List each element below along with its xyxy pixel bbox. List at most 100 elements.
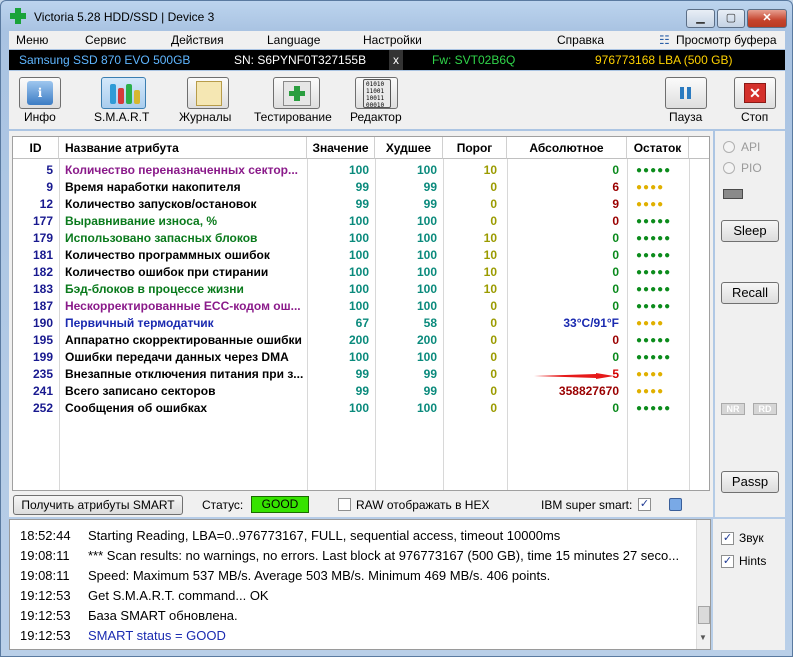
menu-buffer-view[interactable]: Просмотр буфера bbox=[676, 33, 777, 47]
cell-worst: 99 bbox=[423, 384, 437, 398]
table-row[interactable]: 190 Первичный термодатчик 67 58 0 33°C/91°F ●●… bbox=[13, 315, 709, 332]
cell-id: 183 bbox=[32, 282, 53, 296]
pio-radio[interactable] bbox=[723, 162, 735, 174]
testing-button[interactable] bbox=[273, 77, 320, 109]
api-label: API bbox=[741, 140, 761, 154]
header-threshold[interactable]: Порог bbox=[443, 137, 507, 159]
cell-value: 99 bbox=[355, 384, 369, 398]
maximize-button[interactable]: ▢ bbox=[717, 9, 745, 28]
ibm-super-smart-checkbox[interactable]: ✓ bbox=[638, 498, 651, 511]
table-row[interactable]: 177 Выравнивание износа, % 100 100 0 0 ●●●●● bbox=[13, 213, 709, 230]
header-remaining[interactable]: Остаток bbox=[627, 137, 689, 159]
pause-label: Пауза bbox=[669, 110, 703, 124]
smart-button[interactable] bbox=[101, 77, 146, 109]
log-panel[interactable]: 18:52:44 Starting Reading, LBA=0..9767731… bbox=[9, 519, 711, 650]
table-row[interactable]: 199 Ошибки передачи данных через DMA 100 10… bbox=[13, 349, 709, 366]
cell-remaining: ●●●●● bbox=[636, 352, 672, 363]
log-time: 19:12:53 bbox=[20, 608, 71, 623]
cell-value: 99 bbox=[355, 180, 369, 194]
header-name[interactable]: Название атрибута bbox=[59, 137, 307, 159]
table-row[interactable]: 195 Аппаратно скорректированные ошибки 200… bbox=[13, 332, 709, 349]
color-swatch-icon[interactable] bbox=[669, 498, 682, 511]
cell-id: 5 bbox=[46, 163, 53, 177]
cell-remaining: ●●●●● bbox=[636, 233, 672, 244]
cell-threshold: 0 bbox=[490, 384, 497, 398]
nr-button[interactable]: NR bbox=[721, 403, 745, 415]
api-radio[interactable] bbox=[723, 141, 735, 153]
cell-worst: 100 bbox=[416, 248, 437, 262]
cell-value: 100 bbox=[348, 265, 369, 279]
cell-threshold: 0 bbox=[490, 197, 497, 211]
sound-checkbox[interactable]: ✓ bbox=[721, 532, 734, 545]
cell-worst: 100 bbox=[416, 401, 437, 415]
table-row[interactable]: 9 Время наработки накопителя 99 99 0 6 ●●●● bbox=[13, 179, 709, 196]
menu-help[interactable]: Справка bbox=[557, 33, 604, 47]
editor-button[interactable]: 01010 11001 10011 00010 bbox=[355, 77, 398, 109]
stop-button[interactable]: ✕ bbox=[734, 77, 776, 109]
scroll-thumb[interactable] bbox=[698, 606, 710, 624]
passp-button[interactable]: Passp bbox=[721, 471, 779, 493]
status-label: Статус: bbox=[202, 498, 244, 512]
smart-panel: ID Название атрибута Значение Худшее Пор… bbox=[9, 131, 713, 517]
red-arrow-annotation-icon bbox=[534, 373, 614, 379]
cell-remaining: ●●●●● bbox=[636, 403, 672, 414]
log-options: ✓ Звук ✓ Hints bbox=[713, 519, 785, 650]
table-row[interactable]: 181 Количество программных ошибок 100 100 10… bbox=[13, 247, 709, 264]
header-raw[interactable]: Абсолютное bbox=[507, 137, 627, 159]
table-row[interactable]: 241 Всего записано секторов 99 99 0 358827670… bbox=[13, 383, 709, 400]
cell-name: Бэд-блоков в процессе жизни bbox=[65, 282, 244, 296]
header-value[interactable]: Значение bbox=[307, 137, 375, 159]
table-row[interactable]: 187 Нескорректированные ECC-кодом ош... 10… bbox=[13, 298, 709, 315]
cell-threshold: 10 bbox=[483, 231, 497, 245]
hints-checkbox[interactable]: ✓ bbox=[721, 555, 734, 568]
table-row[interactable]: 179 Использовано запасных блоков 100 100 10 0… bbox=[13, 230, 709, 247]
device-firmware: Fw: SVT02B6Q bbox=[432, 53, 516, 67]
status-badge: GOOD bbox=[251, 496, 309, 513]
log-message: База SMART обновлена. bbox=[88, 608, 238, 623]
header-id[interactable]: ID bbox=[13, 137, 59, 159]
info-button[interactable]: i bbox=[19, 77, 61, 109]
cell-raw: 9 bbox=[612, 197, 619, 211]
cell-raw: 0 bbox=[612, 248, 619, 262]
menu-language[interactable]: Language bbox=[267, 33, 320, 47]
pause-button[interactable] bbox=[665, 77, 707, 109]
device-close-button[interactable]: x bbox=[389, 50, 403, 70]
table-row[interactable]: 183 Бэд-блоков в процессе жизни 100 100 10 0 ●… bbox=[13, 281, 709, 298]
journal-icon bbox=[196, 81, 222, 106]
device-model: Samsung SSD 870 EVO 500GB bbox=[19, 53, 191, 67]
cell-worst: 100 bbox=[416, 350, 437, 364]
table-row[interactable]: 12 Количество запусков/остановок 99 99 0 9 ●●●… bbox=[13, 196, 709, 213]
cell-id: 199 bbox=[32, 350, 53, 364]
sleep-button[interactable]: Sleep bbox=[721, 220, 779, 242]
cell-worst: 99 bbox=[423, 197, 437, 211]
header-worst[interactable]: Худшее bbox=[375, 137, 443, 159]
rd-button[interactable]: RD bbox=[753, 403, 777, 415]
journals-button[interactable] bbox=[187, 77, 229, 109]
cell-id: 187 bbox=[32, 299, 53, 313]
get-smart-button[interactable]: Получить атрибуты SMART bbox=[13, 495, 183, 515]
cell-remaining: ●●●●● bbox=[636, 216, 672, 227]
menu-service[interactable]: Сервис bbox=[85, 33, 126, 47]
cell-value: 200 bbox=[348, 333, 369, 347]
log-scrollbar[interactable]: ▼ bbox=[696, 520, 710, 649]
cell-id: 12 bbox=[39, 197, 53, 211]
log-message: *** Scan results: no warnings, no errors… bbox=[88, 548, 680, 563]
menu-bar: Меню Сервис Действия Language Настройки … bbox=[9, 31, 785, 49]
recall-button[interactable]: Recall bbox=[721, 282, 779, 304]
menu-actions[interactable]: Действия bbox=[171, 33, 224, 47]
minimize-button[interactable]: ▁ bbox=[686, 9, 715, 28]
table-row[interactable]: 182 Количество ошибок при стирании 100 100 1… bbox=[13, 264, 709, 281]
menu-settings[interactable]: Настройки bbox=[363, 33, 422, 47]
cell-id: 252 bbox=[32, 401, 53, 415]
close-window-button[interactable]: ✕ bbox=[747, 9, 787, 28]
smart-table[interactable]: ID Название атрибута Значение Худшее Пор… bbox=[12, 136, 710, 491]
header-filler bbox=[689, 137, 709, 159]
cell-name: Внезапные отключения питания при з... bbox=[65, 367, 303, 381]
scroll-down-icon[interactable]: ▼ bbox=[699, 633, 707, 642]
raw-hex-checkbox[interactable] bbox=[338, 498, 351, 511]
menu-main[interactable]: Меню bbox=[16, 33, 48, 47]
cell-name: Ошибки передачи данных через DMA bbox=[65, 350, 289, 364]
cell-threshold: 0 bbox=[490, 401, 497, 415]
table-row[interactable]: 252 Сообщения об ошибках 100 100 0 0 ●●●●● bbox=[13, 400, 709, 417]
table-row[interactable]: 5 Количество переназначенных сектор... 100… bbox=[13, 162, 709, 179]
